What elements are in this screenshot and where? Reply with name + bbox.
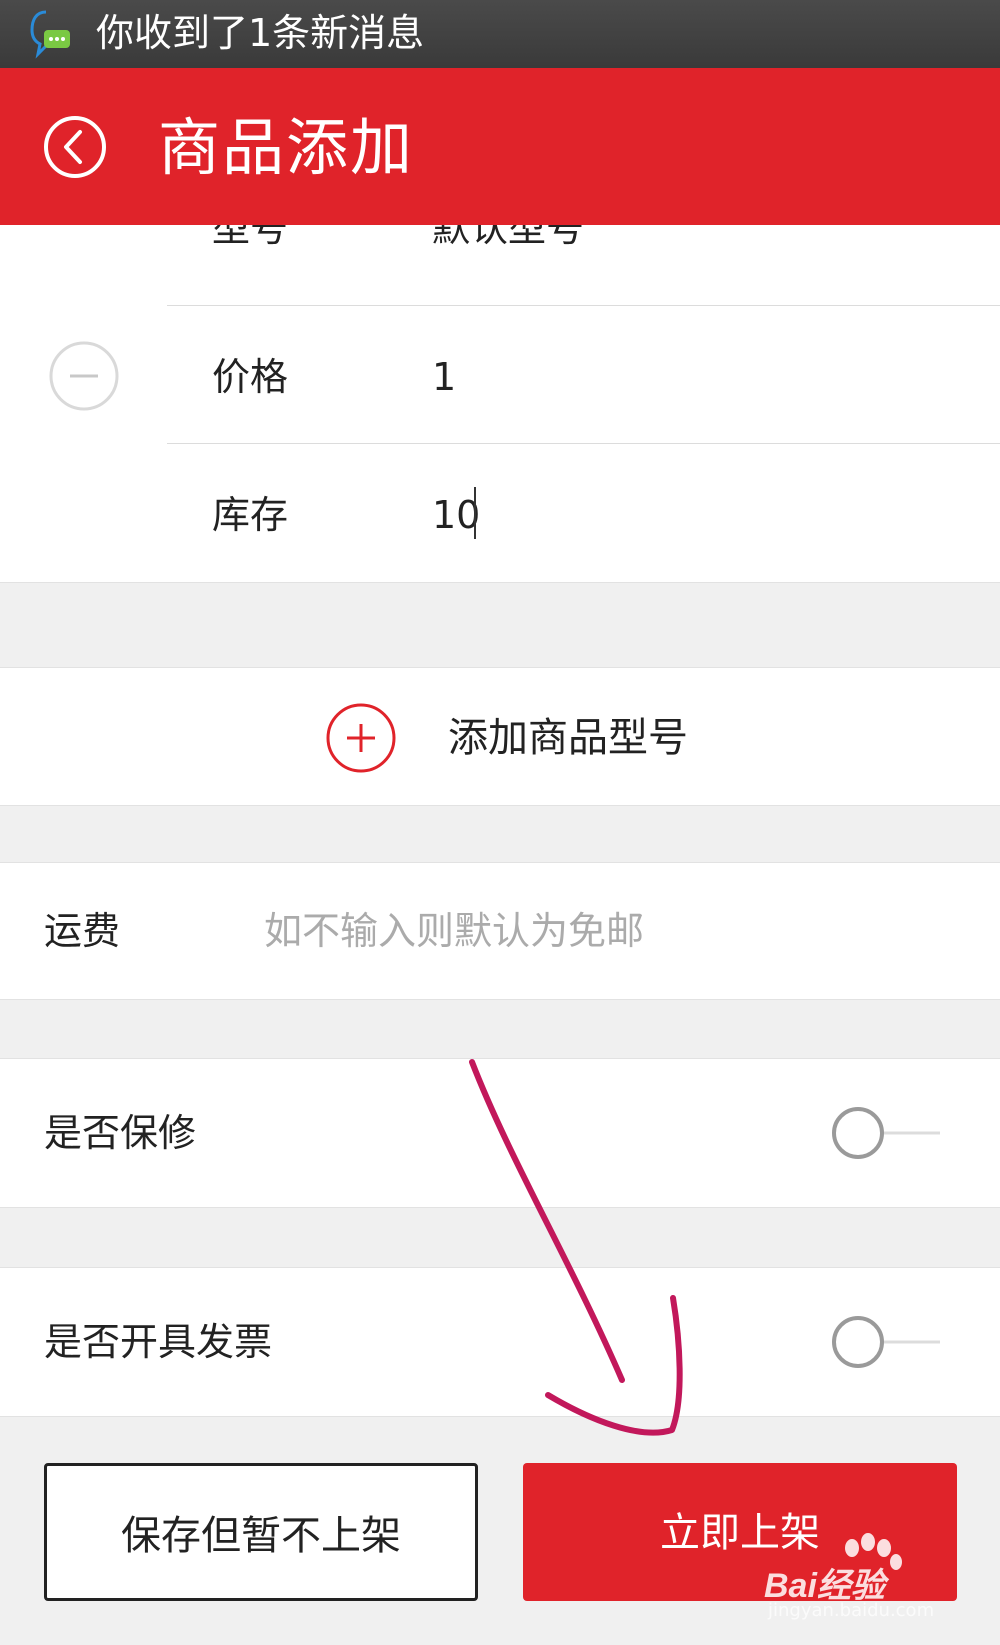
invoice-label: 是否开具发票 — [44, 1320, 273, 1364]
plus-circle-icon[interactable] — [325, 702, 397, 774]
back-circle-icon[interactable] — [42, 114, 108, 180]
invoice-toggle[interactable] — [830, 1314, 942, 1370]
price-label: 价格 — [212, 355, 289, 399]
model-value[interactable]: 默认型号 — [432, 225, 584, 253]
app-header — [0, 68, 1000, 225]
warranty-label: 是否保修 — [44, 1111, 197, 1155]
save-draft-button[interactable]: 保存但暂不上架 — [44, 1463, 478, 1601]
watermark-url: jingyan.baidu.com — [768, 1600, 935, 1621]
row-divider — [167, 443, 1000, 444]
status-notification-text: 你收到了1条新消息 — [96, 11, 425, 55]
add-model-label[interactable]: 添加商品型号 — [448, 712, 688, 764]
warranty-toggle[interactable] — [830, 1105, 942, 1161]
model-spec-block: 型号 默认型号 — [0, 225, 1000, 583]
minus-circle-icon[interactable] — [48, 340, 120, 412]
shipping-label: 运费 — [44, 909, 121, 953]
page-title: 商品添加 — [158, 111, 415, 184]
chat-notification-icon — [30, 10, 70, 59]
text-cursor — [474, 487, 476, 539]
shipping-input[interactable] — [264, 898, 964, 964]
model-label: 型号 — [212, 225, 289, 250]
price-input[interactable]: 1 — [432, 352, 456, 402]
row-divider — [167, 305, 1000, 306]
stock-label: 库存 — [212, 493, 289, 537]
